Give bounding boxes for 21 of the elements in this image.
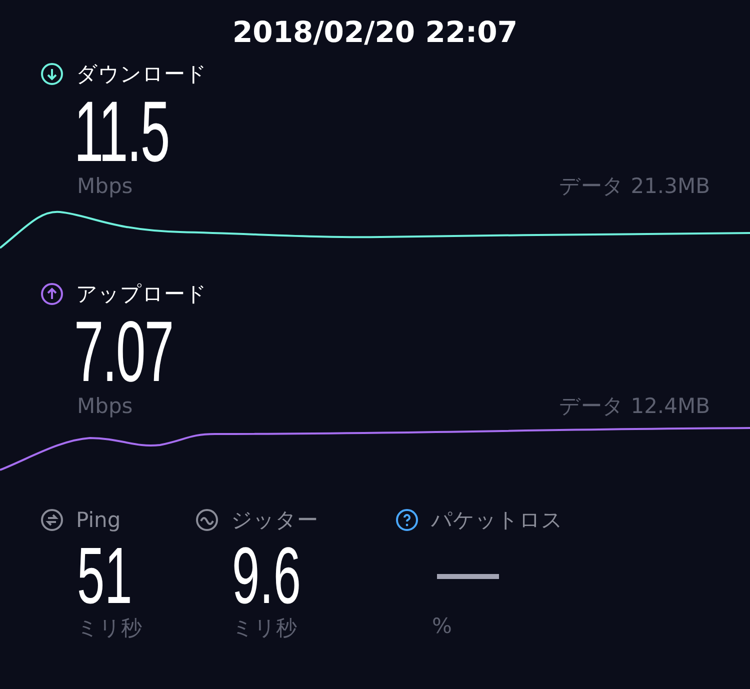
speed-value: 11.5 [74, 92, 169, 172]
metric-unit: ミリ秒 [76, 615, 143, 642]
metric-value: 9.6 [232, 538, 301, 614]
metric-label: Ping [76, 508, 121, 532]
help-icon [395, 508, 419, 532]
test-timestamp: 2018/02/20 22:07 [231, 14, 518, 51]
ping-icon [40, 508, 64, 532]
speed-value: 7.07 [74, 312, 173, 392]
data-amount: データ 12.4MB [559, 393, 710, 420]
metric-unit: ミリ秒 [231, 615, 298, 642]
metric-label: パケットロス [431, 507, 563, 534]
speed-label: ダウンロード [76, 61, 207, 88]
speed-unit: Mbps [77, 174, 133, 198]
no-value-dash [437, 574, 499, 578]
metric-value: 51 [77, 538, 132, 614]
speed-unit: Mbps [77, 394, 133, 418]
speed-label: アップロード [76, 281, 207, 308]
wave-icon [195, 508, 219, 532]
metric-unit: % [431, 614, 453, 638]
data-amount: データ 21.3MB [559, 173, 710, 200]
metric-label: ジッター [231, 507, 318, 534]
